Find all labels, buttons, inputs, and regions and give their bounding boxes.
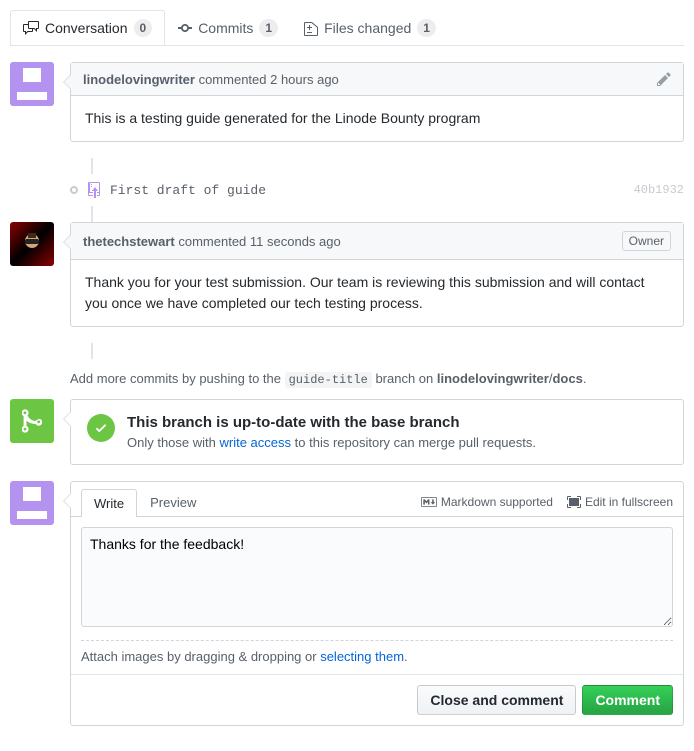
- comment-textarea[interactable]: [81, 527, 673, 627]
- commit-dot-icon: [70, 186, 78, 194]
- write-access-link[interactable]: write access: [220, 435, 292, 450]
- drag-hint: Attach images by dragging & dropping or …: [81, 640, 673, 664]
- file-diff-icon: [304, 20, 318, 36]
- comment-meta: commented 11 seconds ago: [175, 234, 341, 249]
- markdown-icon: [421, 496, 437, 508]
- close-and-comment-button[interactable]: Close and comment: [417, 685, 576, 715]
- screen-full-icon: [567, 494, 581, 510]
- comment-box: linodelovingwriter commented 2 hours ago…: [70, 62, 684, 142]
- select-files-link[interactable]: selecting them: [320, 649, 404, 664]
- comment-author[interactable]: thetechstewart: [83, 234, 175, 249]
- commit-row: First draft of guide 40b1932: [70, 174, 684, 206]
- merge-status-box: This branch is up-to-date with the base …: [70, 399, 684, 465]
- markdown-supported[interactable]: Markdown supported: [421, 495, 553, 509]
- comment-item: linodelovingwriter commented 2 hours ago…: [10, 62, 684, 142]
- git-commit-icon: [178, 20, 192, 36]
- avatar[interactable]: [10, 481, 54, 525]
- repo-owner[interactable]: linodelovingwriter: [437, 371, 549, 386]
- comment-header: thetechstewart commented 11 seconds ago …: [71, 223, 683, 260]
- avatar[interactable]: [10, 222, 54, 266]
- tab-preview[interactable]: Preview: [137, 488, 209, 516]
- compose-tabs: Write Preview Markdown supported Edit in…: [71, 482, 683, 517]
- push-hint: Add more commits by pushing to the guide…: [70, 359, 684, 399]
- comment-box: thetechstewart commented 11 seconds ago …: [70, 222, 684, 327]
- branch-name: guide-title: [285, 372, 372, 388]
- comment-meta: commented 2 hours ago: [195, 72, 339, 87]
- edit-fullscreen[interactable]: Edit in fullscreen: [567, 494, 673, 510]
- tab-files-label: Files changed: [324, 20, 411, 36]
- comment-body: Thank you for your test submission. Our …: [71, 260, 683, 326]
- merge-title: This branch is up-to-date with the base …: [127, 414, 536, 431]
- tab-commits-label: Commits: [198, 20, 253, 36]
- comment-button[interactable]: Comment: [582, 685, 673, 715]
- repo-push-icon: [88, 182, 100, 198]
- comment-body: This is a testing guide generated for th…: [71, 96, 683, 141]
- new-comment-form: Write Preview Markdown supported Edit in…: [10, 481, 684, 726]
- tab-commits-count: 1: [259, 19, 278, 37]
- comment-item: thetechstewart commented 11 seconds ago …: [10, 222, 684, 327]
- form-actions: Close and comment Comment: [71, 674, 683, 725]
- commit-message[interactable]: First draft of guide: [110, 183, 624, 198]
- tab-conversation-label: Conversation: [45, 20, 128, 36]
- tab-write[interactable]: Write: [81, 489, 137, 517]
- check-icon: [87, 414, 115, 442]
- avatar[interactable]: [10, 62, 54, 106]
- merge-desc: Only those with write access to this rep…: [127, 435, 536, 450]
- owner-badge: Owner: [622, 231, 671, 251]
- comment-header: linodelovingwriter commented 2 hours ago: [71, 63, 683, 96]
- tab-files-count: 1: [417, 19, 436, 37]
- comment-discussion-icon: [23, 20, 39, 36]
- pr-tabs: Conversation 0 Commits 1 Files changed 1: [10, 10, 684, 46]
- repo-name[interactable]: docs: [552, 371, 582, 386]
- git-merge-icon: [10, 399, 54, 443]
- tab-conversation-count: 0: [134, 19, 153, 37]
- tab-files[interactable]: Files changed 1: [291, 10, 449, 45]
- compose-box: Write Preview Markdown supported Edit in…: [70, 481, 684, 726]
- commit-sha[interactable]: 40b1932: [634, 183, 684, 197]
- pencil-icon[interactable]: [657, 71, 671, 87]
- tab-conversation[interactable]: Conversation 0: [10, 10, 165, 45]
- tab-commits[interactable]: Commits 1: [165, 10, 291, 45]
- merge-status-row: This branch is up-to-date with the base …: [10, 399, 684, 465]
- comment-author[interactable]: linodelovingwriter: [83, 72, 195, 87]
